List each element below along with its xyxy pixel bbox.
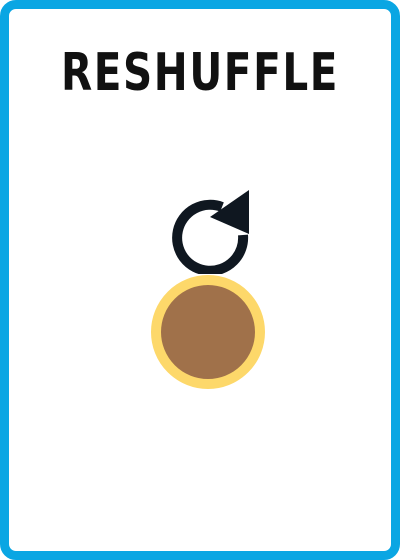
reshuffle-arrow-icon [172, 190, 249, 274]
card-title: RESHUFFLE [60, 43, 340, 103]
coin-token[interactable] [150, 274, 266, 390]
reshuffle-card[interactable]: RESHUFFLE [0, 0, 400, 560]
